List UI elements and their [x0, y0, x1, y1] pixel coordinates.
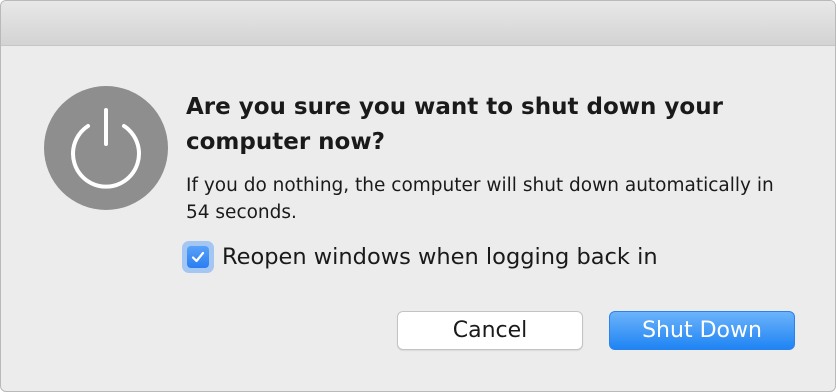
reopen-windows-option[interactable]: Reopen windows when logging back in: [182, 238, 658, 276]
checkbox-fill: [187, 246, 209, 268]
dialog-title: Are you sure you want to shut down your …: [186, 94, 723, 155]
shut-down-button[interactable]: Shut Down: [609, 311, 795, 350]
title-bar[interactable]: [1, 1, 835, 46]
shutdown-dialog: Are you sure you want to shut down your …: [0, 0, 836, 392]
dialog-message: If you do nothing, the computer will shu…: [186, 175, 774, 223]
checkmark-icon: [191, 251, 205, 263]
cancel-button[interactable]: Cancel: [397, 311, 583, 350]
reopen-windows-label[interactable]: Reopen windows when logging back in: [222, 244, 658, 270]
power-icon: [44, 86, 168, 210]
reopen-windows-checkbox[interactable]: [182, 241, 214, 273]
